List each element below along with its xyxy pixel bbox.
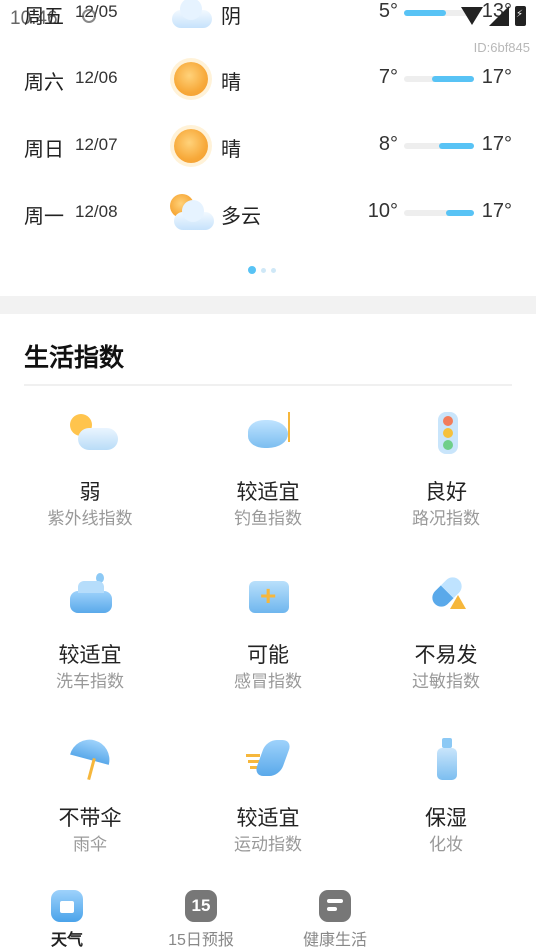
page-indicator: [248, 266, 276, 274]
forecast-row[interactable]: 周六 12/06 晴 7° 17°: [0, 58, 536, 98]
bottom-tab-bar: 天气 15 15日预报 健康生活: [0, 882, 536, 952]
life-index-item[interactable]: 可能 感冒指数: [179, 563, 357, 713]
forecast-high: 17°: [481, 200, 512, 222]
forecast-condition: 晴: [221, 72, 241, 94]
car-wash-icon: [68, 573, 114, 619]
life-index-name: 雨伞: [73, 835, 107, 854]
life-index-value: 保湿: [425, 807, 467, 830]
life-index-item[interactable]: 不带伞 雨伞: [1, 726, 179, 876]
life-index-name: 路况指数: [412, 509, 480, 528]
life-index-value: 良好: [425, 481, 467, 504]
forecast-condition: 晴: [221, 139, 241, 161]
wifi-icon: [461, 7, 483, 25]
cell-signal-icon: [489, 6, 509, 26]
temperature-range-bar: [404, 210, 474, 216]
life-index-name: 化妆: [429, 835, 463, 854]
temperature-range-fill: [439, 143, 474, 149]
forecast-high: 17°: [481, 66, 512, 88]
health-life-icon: [319, 890, 351, 922]
life-index-value: 不带伞: [58, 807, 122, 830]
tab-label: 15日预报: [168, 932, 234, 949]
home-icon: [51, 890, 83, 922]
page-dot: [248, 266, 256, 274]
life-index-item[interactable]: 较适宜 洗车指数: [1, 563, 179, 713]
cosmetic-bottle-icon: [424, 736, 470, 782]
forecast-condition: 多云: [221, 206, 261, 228]
life-index-value: 较适宜: [58, 644, 122, 667]
sunny-icon: [170, 125, 212, 165]
title-underline: [24, 384, 512, 386]
calendar-15-icon: 15: [185, 890, 217, 922]
forecast-low: 10°: [367, 200, 398, 222]
life-index-item[interactable]: 保湿 化妆: [357, 726, 535, 876]
sunny-icon: [170, 58, 212, 98]
life-index-name: 过敏指数: [412, 672, 480, 691]
partly-cloudy-icon: [170, 192, 214, 232]
life-index-value: 不易发: [414, 644, 478, 667]
forecast-low: 7°: [378, 66, 398, 88]
page-dot: [261, 267, 266, 273]
life-index-value: 弱: [79, 481, 101, 504]
section-divider: [0, 296, 536, 314]
forecast-high: 17°: [481, 133, 512, 155]
status-icons: [461, 6, 526, 26]
temperature-range-bar: [404, 76, 474, 82]
temperature-range-fill: [446, 210, 474, 216]
traffic-light-icon: [424, 410, 470, 456]
life-index-value: 可能: [247, 644, 289, 667]
umbrella-icon: [68, 735, 114, 782]
life-index-name: 紫外线指数: [47, 509, 133, 528]
life-index-item[interactable]: 良好 路况指数: [357, 400, 535, 550]
tab-15-day-forecast[interactable]: 15 15日预报: [141, 890, 261, 950]
page-dot: [271, 267, 276, 273]
forecast-low: 8°: [378, 133, 398, 155]
runner-icon: [246, 736, 293, 782]
tab-weather[interactable]: 天气: [7, 890, 127, 950]
pill-warning-icon: [424, 573, 470, 619]
life-index-name: 感冒指数: [234, 672, 302, 691]
life-index-item[interactable]: 较适宜 运动指数: [179, 726, 357, 876]
battery-charging-icon: [515, 6, 526, 26]
forecast-row[interactable]: 周一 12/08 多云 10° 17°: [0, 192, 536, 232]
forecast-day: 周一: [24, 206, 64, 228]
forecast-row[interactable]: 周日 12/07 晴 8° 17°: [0, 125, 536, 165]
life-index-name: 洗车指数: [56, 672, 124, 691]
life-index-item[interactable]: 较适宜 钓鱼指数: [179, 400, 357, 550]
medical-kit-icon: [246, 573, 292, 619]
uv-sun-cloud-icon: [68, 410, 118, 456]
fish-icon: [246, 410, 292, 456]
forecast-day: 周日: [24, 139, 64, 161]
forecast-date: 12/07: [75, 135, 118, 154]
forecast-date: 12/08: [75, 202, 118, 221]
status-bar: 10:46: [0, 0, 536, 34]
status-time: 10:46: [10, 8, 58, 29]
tab-health-life[interactable]: 健康生活: [275, 890, 395, 950]
forecast-date: 12/06: [75, 68, 118, 87]
tab-label: 健康生活: [302, 932, 367, 949]
temperature-range-fill: [432, 76, 474, 82]
device-id: ID:6bf845: [473, 40, 530, 55]
life-index-name: 运动指数: [234, 835, 302, 854]
life-index-value: 较适宜: [236, 807, 300, 830]
life-index-name: 钓鱼指数: [234, 509, 302, 528]
tab-label: 天气: [50, 932, 83, 949]
life-index-item[interactable]: 弱 紫外线指数: [1, 400, 179, 550]
life-index-item[interactable]: 不易发 过敏指数: [357, 563, 535, 713]
gear-icon: [82, 9, 96, 23]
temperature-range-bar: [404, 143, 474, 149]
forecast-day: 周六: [24, 72, 64, 94]
life-index-value: 较适宜: [236, 481, 300, 504]
life-index-title: 生活指数: [24, 344, 125, 372]
